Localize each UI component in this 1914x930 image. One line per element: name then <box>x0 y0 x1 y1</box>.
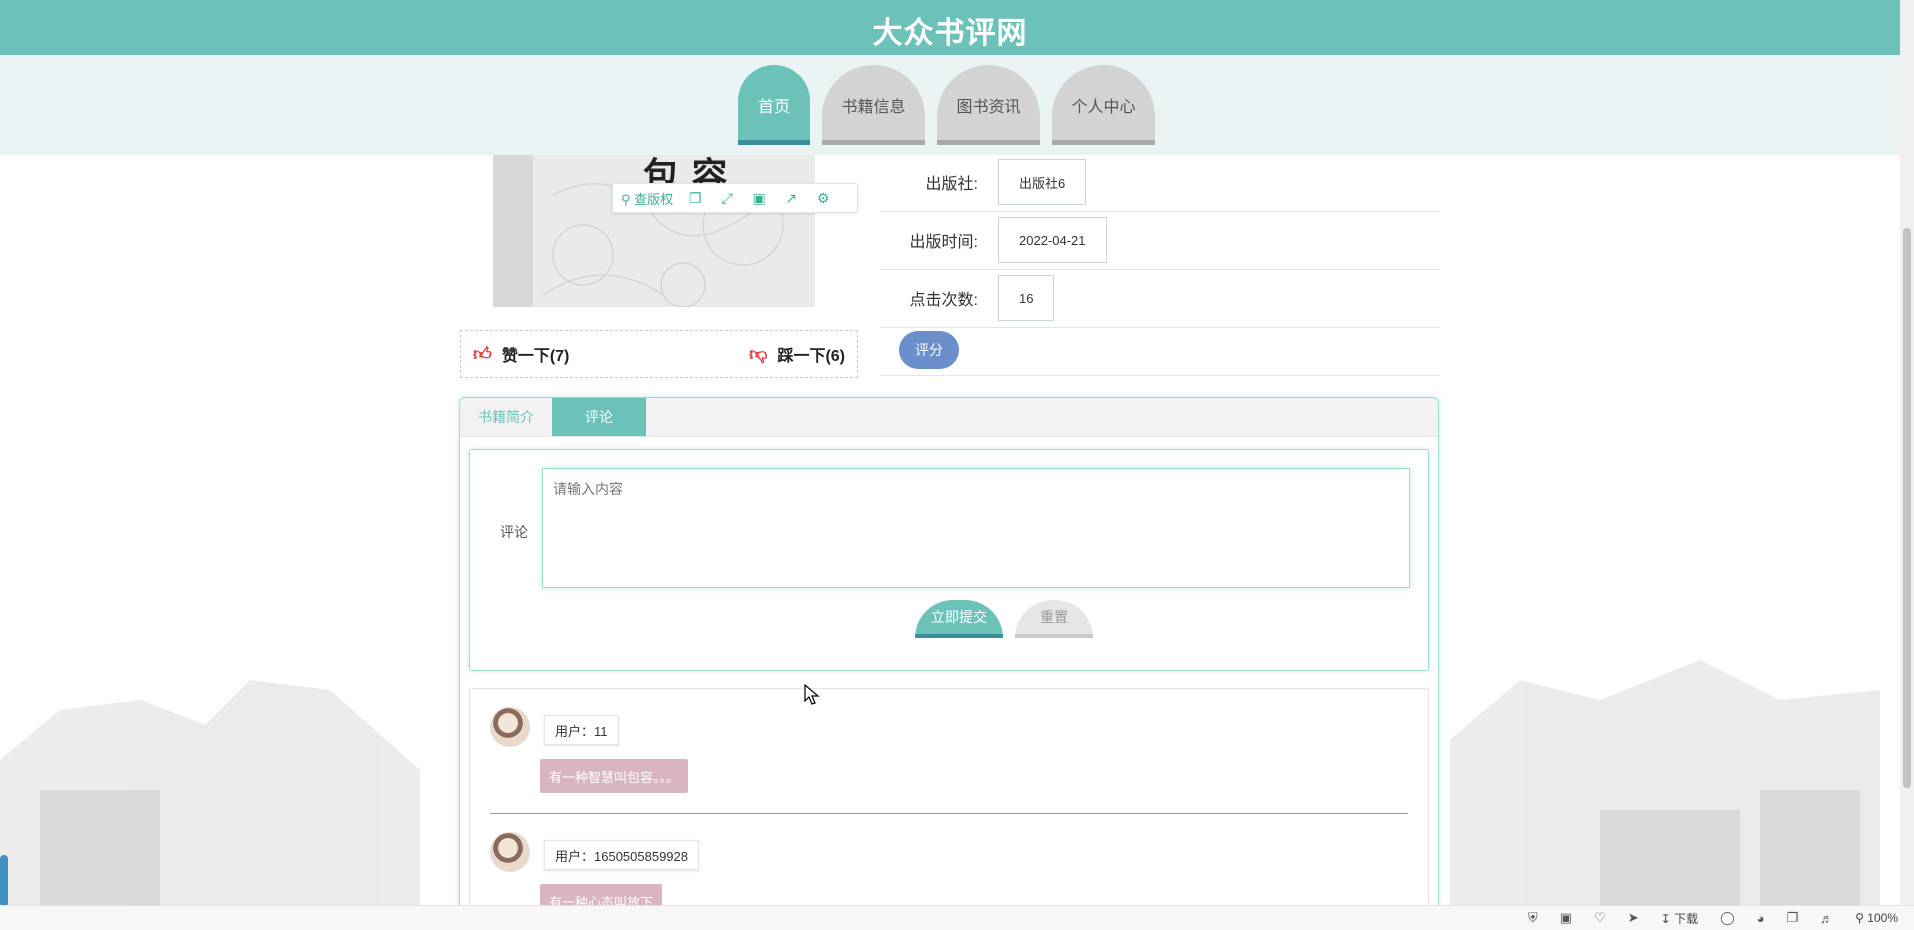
copyright-check-button[interactable]: ⚲ 查版权 <box>621 189 673 208</box>
info-label: 出版时间: <box>909 234 978 251</box>
browser-icon[interactable]: ◕ <box>1757 911 1765 926</box>
image-icon[interactable]: ▣ <box>1560 910 1572 926</box>
thumbs-up-icon: 👍︎ <box>473 344 492 364</box>
mouse-cursor-icon <box>804 684 820 705</box>
nav-tabs: 首页 书籍信息 图书资讯 个人中心 <box>738 65 1167 145</box>
book-detail-content: 包 容 ⚲ 查版权 ❐ ⤢ ▣ ↗ ⚙ 👍︎ 赞一下(7) 👎︎ 踩一下(6) … <box>0 153 1900 918</box>
book-cover-image[interactable]: 包 容 <box>493 155 815 307</box>
dislike-button[interactable]: 👎︎ 踩一下(6) <box>749 342 845 366</box>
cover-pattern <box>542 183 784 307</box>
zoom-control[interactable]: ⚲ 100% <box>1855 911 1898 925</box>
download-icon: ↧ <box>1660 911 1671 926</box>
nav-tab-book-info[interactable]: 书籍信息 <box>822 65 925 145</box>
nav-bar: 首页 书籍信息 图书资讯 个人中心 <box>0 55 1900 155</box>
download-button[interactable]: ↧ 下载 <box>1661 910 1698 927</box>
vote-box: 👍︎ 赞一下(7) 👎︎ 踩一下(6) <box>460 330 858 378</box>
info-row-publisher: 出版社: 出版社6 <box>880 153 1440 212</box>
comment-textarea[interactable] <box>542 468 1410 588</box>
comment-list: 用户：11 有一种智慧叫包容。。。 用户：1650505859928 有一种心态… <box>469 688 1429 918</box>
detail-tab-panel: 书籍简介 评论 评论 立即提交 重置 用户：11 有一种智慧叫包容。。。 用户：… <box>459 397 1439 918</box>
comment-item: 用户：11 有一种智慧叫包容。。。 <box>470 689 1428 813</box>
avatar <box>490 832 530 872</box>
shield-icon[interactable]: ⛨ <box>1528 910 1538 926</box>
thumbs-down-icon: 👎︎ <box>749 344 768 364</box>
scrollbar-thumb[interactable] <box>1903 228 1911 788</box>
info-value: 出版社6 <box>998 159 1087 205</box>
comment-label: 评论 <box>500 524 528 540</box>
image-toolbar: ⚲ 查版权 ❐ ⤢ ▣ ↗ ⚙ <box>612 183 858 213</box>
tab-book-intro[interactable]: 书籍简介 <box>460 398 552 436</box>
vertical-scrollbar[interactable] <box>1900 0 1914 905</box>
save-icon[interactable]: ▣ <box>749 190 769 207</box>
info-row-publish-date: 出版时间: 2022-04-21 <box>880 211 1440 270</box>
comment-text: 有一种智慧叫包容。。。 <box>540 759 689 793</box>
fullscreen-icon[interactable]: ⤢ <box>717 190 737 207</box>
info-label: 出版社: <box>925 176 978 193</box>
info-label: 点击次数: <box>909 292 978 309</box>
site-header: 大众书评网 <box>0 0 1900 55</box>
rate-button[interactable]: 评分 <box>899 331 959 369</box>
speaker-icon[interactable]: ♬ <box>1820 911 1833 926</box>
nav-tab-home[interactable]: 首页 <box>738 65 810 145</box>
window-icon[interactable]: ❐ <box>1787 910 1799 926</box>
info-row-click-count: 点击次数: 16 <box>880 269 1440 328</box>
share-icon[interactable]: ↗ <box>781 190 801 207</box>
site-title: 大众书评网 <box>872 17 1028 50</box>
dislike-label: 踩一下(6) <box>777 348 845 365</box>
info-value: 2022-04-21 <box>998 217 1107 263</box>
like-label: 赞一下(7) <box>501 348 570 365</box>
nav-tab-book-news[interactable]: 图书资讯 <box>937 65 1040 145</box>
settings-icon[interactable]: ⚙ <box>813 190 833 207</box>
info-value: 16 <box>998 275 1055 321</box>
comment-user: 用户：1650505859928 <box>544 840 699 870</box>
browser-status-bar: ⛨ ▣ ♡ ➤ ↧ 下载 ◯ ◕ ❐ ♬ ⚲ 100% <box>0 905 1914 930</box>
tab-comments[interactable]: 评论 <box>552 398 646 436</box>
side-indicator <box>0 855 8 907</box>
comment-form: 评论 立即提交 重置 <box>469 449 1429 671</box>
comment-item: 用户：1650505859928 有一种心态叫放下 <box>490 813 1408 918</box>
like-button[interactable]: 👍︎ 赞一下(7) <box>473 342 569 366</box>
submit-button[interactable]: 立即提交 <box>915 600 1003 638</box>
heart-icon[interactable]: ♡ <box>1594 910 1606 926</box>
copy-icon[interactable]: ❐ <box>685 190 705 207</box>
zoom-icon: ⚲ <box>1855 911 1864 925</box>
nav-tab-user-center[interactable]: 个人中心 <box>1052 65 1155 145</box>
info-row-rate <box>880 327 1440 376</box>
glasses-icon[interactable]: ◯ <box>1720 910 1735 926</box>
reset-button[interactable]: 重置 <box>1015 600 1093 638</box>
avatar <box>490 707 530 747</box>
rocket-icon[interactable]: ➤ <box>1628 910 1639 926</box>
tab-header: 书籍简介 评论 <box>460 398 1438 437</box>
comment-user: 用户：11 <box>544 715 619 745</box>
